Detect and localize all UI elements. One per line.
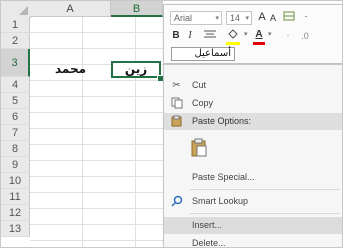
menu-item-label: Copy xyxy=(192,98,214,108)
menu-item-insert[interactable]: Insert... xyxy=(164,217,342,234)
menu-item-paste-options: Paste Options: xyxy=(164,113,342,130)
italic-button[interactable]: I xyxy=(184,29,196,43)
row-header-9[interactable]: 9 xyxy=(1,157,30,173)
row-header-3[interactable]: 3 xyxy=(1,49,30,77)
select-all-corner[interactable] xyxy=(1,1,31,18)
menu-item-cut[interactable]: ✂ Cut xyxy=(164,77,342,94)
align-center-icon xyxy=(204,30,216,38)
row-header-1[interactable]: 1 xyxy=(1,17,30,33)
cell-a3[interactable]: محمد xyxy=(30,61,111,77)
column-header-a[interactable]: A xyxy=(30,1,111,17)
shrink-font-button[interactable]: A xyxy=(268,11,278,25)
menu-item-paste-special[interactable]: Paste Special... xyxy=(164,169,342,186)
row-header-5[interactable]: 5 xyxy=(1,93,30,109)
menu-item-label: Insert... xyxy=(192,220,223,230)
font-color-button[interactable]: A xyxy=(252,28,266,42)
copy-icon xyxy=(170,97,183,110)
font-size-value: 14 xyxy=(230,13,241,23)
more-icon: · xyxy=(304,11,308,22)
font-color-swatch xyxy=(253,42,265,45)
font-size-box[interactable]: 14 ▾ xyxy=(226,11,252,25)
row-header-10[interactable]: 10 xyxy=(1,173,30,189)
row-header-8[interactable]: 8 xyxy=(1,141,30,157)
menu-item-label: Paste Special... xyxy=(192,172,255,182)
row-header-6[interactable]: 6 xyxy=(1,109,30,125)
excel-window: A B 1 2 3 4 5 6 7 8 9 10 11 12 13 محمد ز… xyxy=(0,0,343,248)
number-format-icon xyxy=(283,11,295,21)
align-button[interactable] xyxy=(200,29,220,46)
chevron-down-icon: ▾ xyxy=(245,15,249,22)
fill-color-swatch xyxy=(226,42,240,45)
menu-item-copy[interactable]: Copy xyxy=(164,95,342,112)
menu-item-label: Paste Options: xyxy=(192,116,252,126)
paint-bucket-icon xyxy=(228,29,238,39)
borders-button[interactable]: · xyxy=(282,29,294,43)
menu-separator xyxy=(190,213,340,214)
row-header-13[interactable]: 13 xyxy=(1,221,30,237)
format-painter-button[interactable]: · xyxy=(300,10,312,24)
context-menu: ✂ Cut Copy Paste Options: Paste Special.… xyxy=(163,64,342,248)
font-name-box[interactable]: Arial ▾ xyxy=(170,11,222,25)
row-header-12[interactable]: 12 xyxy=(1,205,30,221)
row-header-4[interactable]: 4 xyxy=(1,77,30,93)
row-header-11[interactable]: 11 xyxy=(1,189,30,205)
row-header-7[interactable]: 7 xyxy=(1,125,30,141)
grow-font-button[interactable]: A xyxy=(256,10,268,24)
cell-b3[interactable]: زين xyxy=(111,61,161,77)
decimal-button[interactable]: .0 xyxy=(298,29,312,43)
menu-item-label: Cut xyxy=(192,80,207,90)
chevron-down-icon: ▾ xyxy=(215,15,219,22)
column-header-b[interactable]: B xyxy=(111,1,163,17)
number-format-button[interactable] xyxy=(282,10,296,27)
more-icon: · xyxy=(286,30,290,41)
menu-separator xyxy=(190,189,340,190)
decimal-icon: .0 xyxy=(301,31,309,41)
menu-item-label: Delete... xyxy=(192,238,226,248)
paste-button[interactable] xyxy=(190,138,208,158)
search-icon xyxy=(170,195,183,208)
bold-button[interactable]: B xyxy=(170,29,182,43)
font-name-value: Arial xyxy=(174,13,193,23)
row-header-2[interactable]: 2 xyxy=(1,33,30,49)
cell-edit-input[interactable]: أسماعيل xyxy=(171,47,235,61)
scissors-icon: ✂ xyxy=(172,80,181,91)
clipboard-icon xyxy=(191,138,207,157)
menu-item-label: Smart Lookup xyxy=(192,196,249,206)
paste-icon xyxy=(170,115,183,128)
chevron-down-icon[interactable]: ▾ xyxy=(268,30,272,38)
menu-item-smart-lookup[interactable]: Smart Lookup xyxy=(164,193,342,210)
menu-item-delete[interactable]: Delete... xyxy=(164,235,342,248)
chevron-down-icon[interactable]: ▾ xyxy=(244,30,248,38)
